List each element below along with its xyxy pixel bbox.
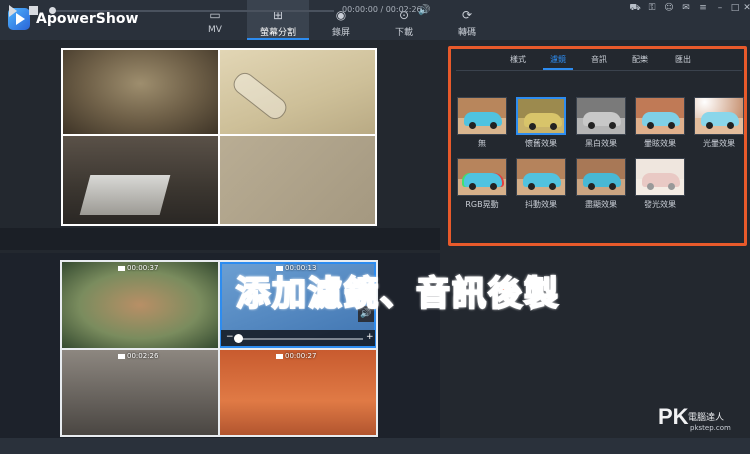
status-bar <box>0 438 750 454</box>
filter-label: 發光效果 <box>644 200 676 209</box>
filter-thumbnail <box>635 158 685 196</box>
watermark-url: pkstep.com <box>690 424 731 432</box>
tab-label: 螢幕分割 <box>259 28 296 38</box>
filter-thumbnail <box>635 97 685 135</box>
volume-minus-icon[interactable]: − <box>226 332 234 342</box>
watermark-subtitle: 電腦達人 <box>688 413 725 423</box>
camera-icon <box>118 353 125 359</box>
tab-label: 錄屏 <box>331 28 350 38</box>
filter-thumbnail <box>457 158 507 196</box>
user-icon[interactable]: ☺ <box>662 3 676 13</box>
filter-label: 光暈效果 <box>703 139 735 148</box>
clip-duration: 00:02:26 <box>118 352 158 360</box>
filter-thumbnail <box>694 97 744 135</box>
tab-label: 轉碼 <box>457 28 476 38</box>
laptop-image <box>79 175 171 215</box>
cart-icon[interactable]: ⛟ <box>628 3 642 14</box>
timeline-clip[interactable] <box>220 350 376 435</box>
timeline-clip[interactable] <box>62 350 218 435</box>
mail-icon[interactable]: ✉ <box>679 3 693 13</box>
timecode: 00:00:00 / 00:02:26 <box>342 5 422 14</box>
tab-label: MV <box>208 25 222 35</box>
filter-thumbnail <box>576 97 626 135</box>
lock-icon[interactable]: ⚿ <box>645 3 659 13</box>
volume-plus-icon[interactable]: + <box>366 332 374 342</box>
seek-bar[interactable] <box>52 10 334 12</box>
tab-convert[interactable]: ⟳ 轉碼 <box>436 0 498 40</box>
volume-track[interactable] <box>239 338 363 340</box>
subtab-audio[interactable]: 音訊 <box>579 54 619 65</box>
filter-thumbnail <box>516 97 566 135</box>
tab-split-screen[interactable]: ⊞ 螢幕分割 <box>247 0 309 40</box>
clip-duration: 00:00:37 <box>118 264 158 272</box>
stop-icon[interactable] <box>29 6 38 15</box>
filter-thumbnail <box>457 97 507 135</box>
overlay-caption: 添加濾鏡、音訊後製 <box>235 273 560 315</box>
play-icon[interactable] <box>9 5 17 17</box>
tab-label: 下載 <box>394 28 413 38</box>
watermark-logo: PK <box>658 404 689 429</box>
subtab-divider <box>456 70 742 71</box>
player-controls <box>0 228 440 250</box>
subtab-underline <box>543 68 573 70</box>
camera-icon <box>276 353 283 359</box>
preview-cell-runner[interactable] <box>220 136 375 224</box>
clip-duration: 00:00:27 <box>276 352 316 360</box>
minimize-icon[interactable]: – <box>713 3 727 13</box>
tab-mv[interactable]: ▭ MV <box>184 0 246 40</box>
filter-thumbnail <box>576 158 626 196</box>
close-icon[interactable]: ✕ <box>740 3 750 13</box>
volume-handle[interactable] <box>234 334 243 343</box>
subtab-filter[interactable]: 濾鏡 <box>538 54 578 65</box>
seek-handle[interactable] <box>49 7 56 14</box>
menu-icon[interactable]: ≡ <box>696 3 710 13</box>
subtab-export[interactable]: 匯出 <box>663 54 703 65</box>
camera-icon <box>118 265 125 271</box>
preview-cell-group-photo[interactable] <box>63 50 218 134</box>
subtab-style[interactable]: 樣式 <box>498 54 538 65</box>
timeline-clip[interactable] <box>62 262 218 348</box>
convert-icon: ⟳ <box>461 8 473 22</box>
volume-icon[interactable]: 🔊 <box>418 5 430 16</box>
subtab-music[interactable]: 配樂 <box>620 54 660 65</box>
filter-thumbnail <box>516 158 566 196</box>
